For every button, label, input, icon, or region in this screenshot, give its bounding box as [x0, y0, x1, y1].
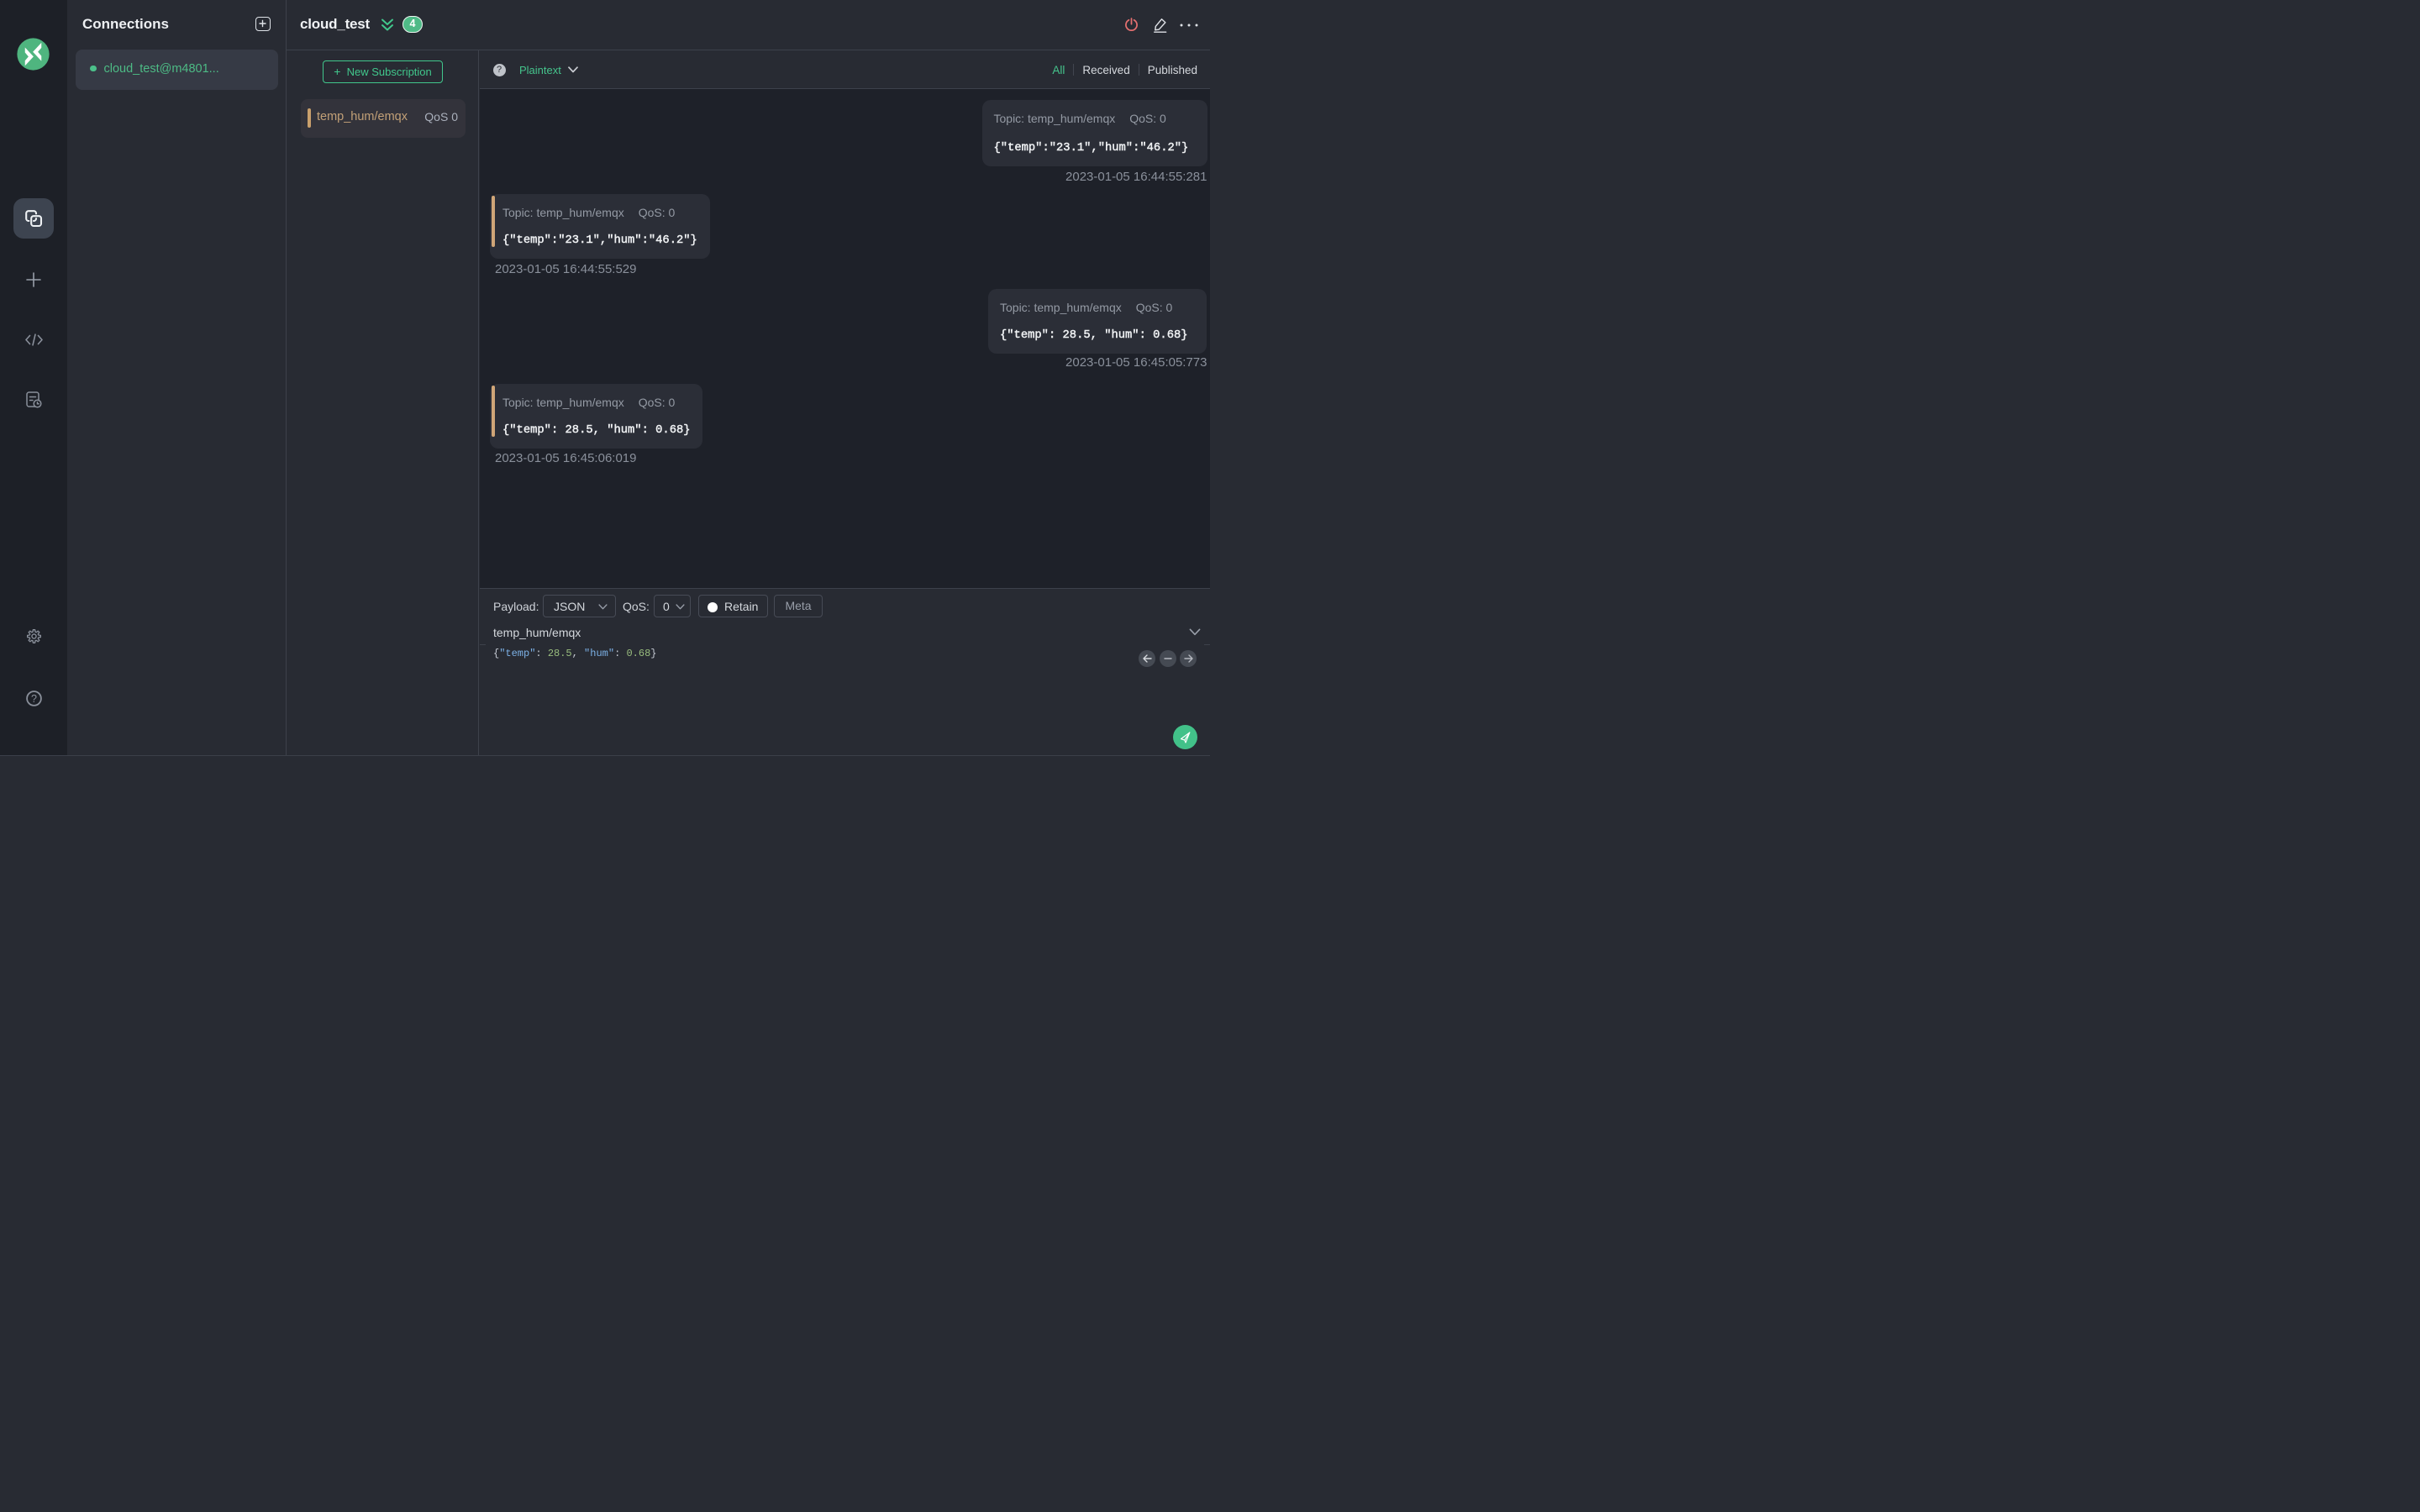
svg-text:?: ? — [31, 693, 37, 705]
